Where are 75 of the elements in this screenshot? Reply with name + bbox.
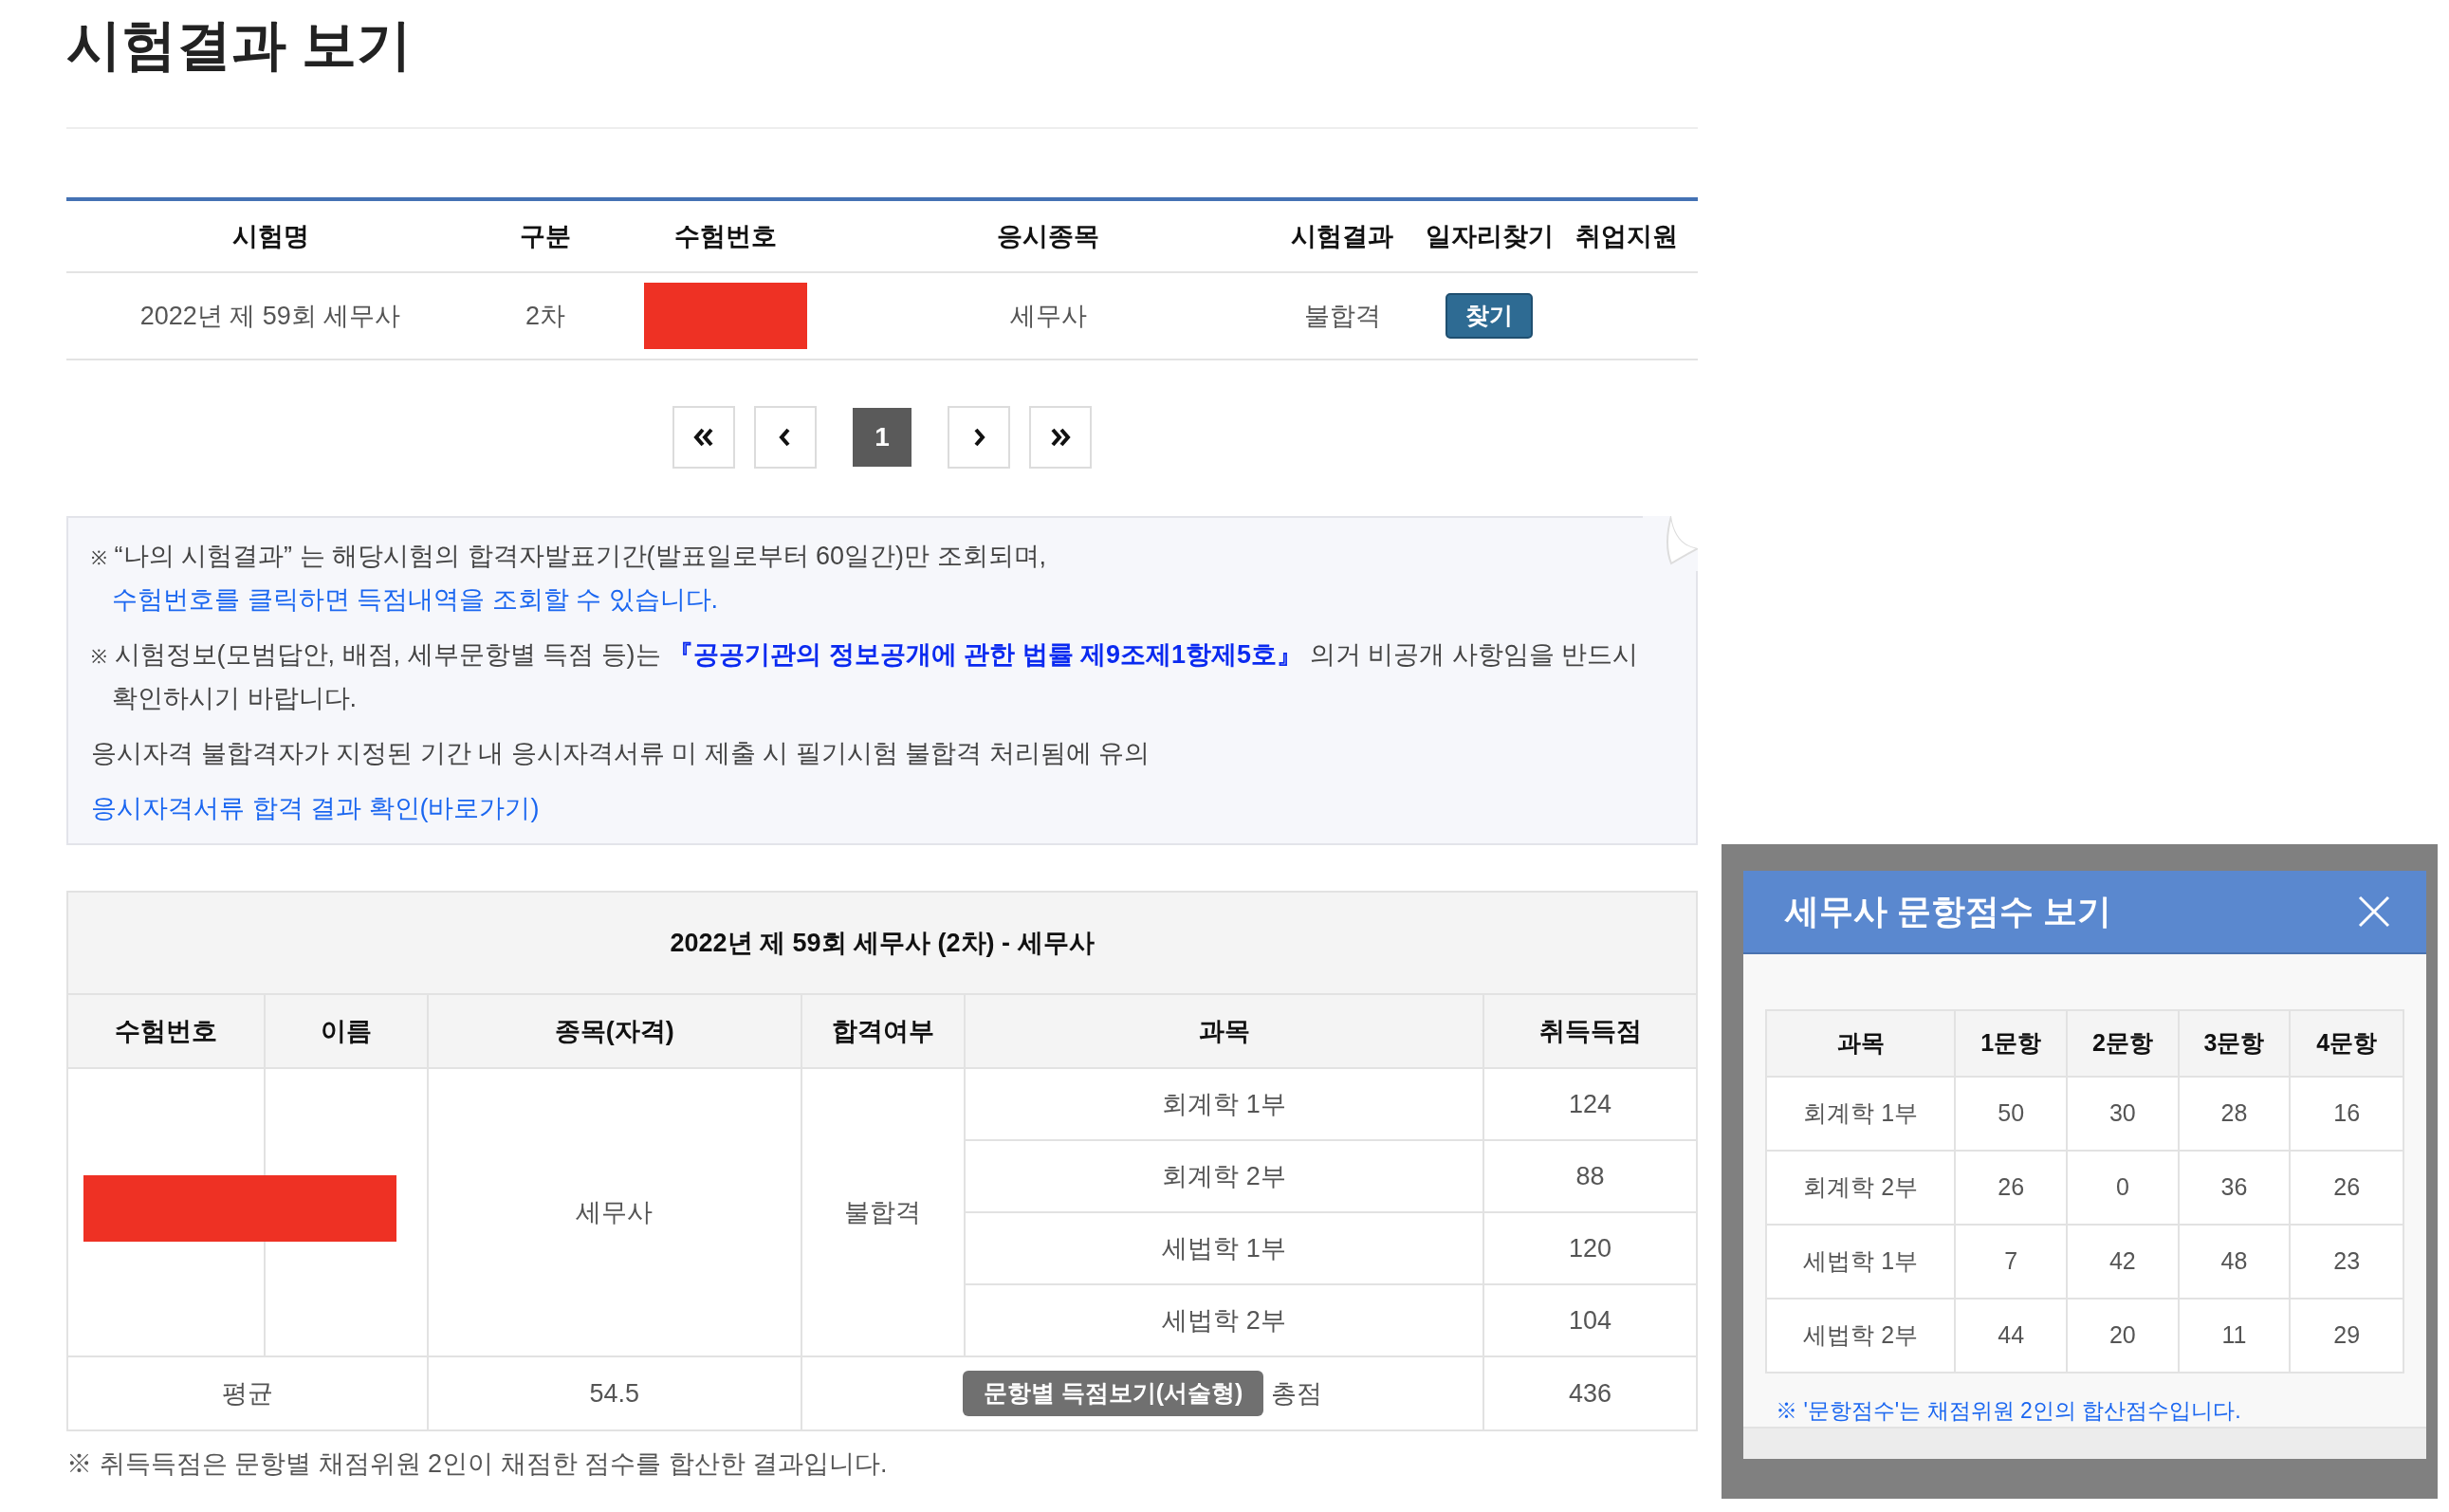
table-cell: 120 xyxy=(1569,1233,1612,1263)
page-title: 시험결과 보기 xyxy=(66,0,413,129)
notice-text: ※ “나의 시험결과” 는 해당시험의 합격자발표기간(발표일로부터 60일간)만 조회되며, 수험번호를 클릭하면 득점내역을 조회할 수 있습니다. xyxy=(91,541,1048,616)
table-cell: 88 xyxy=(1575,1161,1605,1190)
table-cell: 436 xyxy=(1569,1378,1612,1408)
column-header: 수험번호 xyxy=(674,221,777,250)
table-cell: 불합격 xyxy=(844,1197,922,1226)
column-header: 4문항 xyxy=(2316,1028,2378,1056)
column-header: 시험결과 xyxy=(1291,221,1393,250)
table-cell: 세법학 2부 xyxy=(1162,1305,1286,1335)
column-header: 1문항 xyxy=(1980,1028,2042,1056)
column-header: 합격여부 xyxy=(831,1016,934,1045)
first-page-icon[interactable] xyxy=(672,406,735,469)
score-detail-button[interactable]: 문항별 득점보기(서술형) xyxy=(962,1371,1264,1416)
modal-title: 세무사 문항점수 보기 xyxy=(1785,890,2111,932)
table-cell: 26 xyxy=(2333,1172,2361,1200)
table-cell: 30 xyxy=(2108,1098,2136,1126)
table-cell: 회계학 2부 xyxy=(1162,1161,1286,1190)
table-cell: 평균 xyxy=(221,1378,273,1408)
table-cell: 29 xyxy=(2333,1320,2361,1348)
table-cell: 44 xyxy=(1998,1320,2025,1348)
table-cell: 26 xyxy=(1998,1172,2025,1200)
table-cell: 23 xyxy=(2333,1246,2361,1274)
column-header: 구분 xyxy=(520,221,571,250)
table-cell: 11 xyxy=(2221,1320,2247,1348)
table-cell: 회계학 1부 xyxy=(1803,1098,1919,1126)
column-header: 시험명 xyxy=(231,221,309,250)
table-cell: 세법학 2부 xyxy=(1803,1320,1919,1348)
column-header: 수험번호 xyxy=(114,1016,217,1045)
column-header: 일자리찾기 xyxy=(1425,221,1554,250)
column-header: 과목 xyxy=(1198,1016,1250,1045)
table-cell: 50 xyxy=(1998,1098,2025,1126)
notice-text: 응시자격 불합격자가 지정된 기간 내 응시자격서류 미 제출 시 필기시험 불합격 처리됨에 유의 xyxy=(91,738,1151,769)
column-header: 이름 xyxy=(320,1016,372,1045)
column-header: 3문항 xyxy=(2203,1028,2265,1056)
table-cell-text: 총점 xyxy=(1271,1377,1323,1410)
table-cell: 회계학 1부 xyxy=(1162,1089,1286,1118)
table-cell: 20 xyxy=(2108,1320,2136,1348)
table-cell: 불합격 xyxy=(1303,301,1381,330)
table-cell: 회계학 2부 xyxy=(1803,1172,1919,1200)
table-cell: 2022년 제 59회 세무사 xyxy=(139,301,401,330)
table-cell: 28 xyxy=(2220,1098,2248,1126)
table-cell: 124 xyxy=(1569,1089,1612,1118)
notice-link[interactable]: 응시자격서류 합격 결과 확인(바로가기) xyxy=(91,794,540,822)
table-cell: 세법학 1부 xyxy=(1803,1246,1919,1274)
column-header: 취득득점 xyxy=(1538,1016,1642,1045)
table-cell: 48 xyxy=(2220,1246,2248,1274)
last-page-icon[interactable] xyxy=(1029,406,1092,469)
table-cell: 0 xyxy=(2115,1172,2129,1200)
table-cell: 7 xyxy=(2004,1246,2018,1274)
page-button[interactable]: 1 xyxy=(853,408,911,467)
table-cell: 2차 xyxy=(525,301,565,330)
table-cell: 세법학 1부 xyxy=(1162,1233,1286,1263)
column-header: 응시종목 xyxy=(997,221,1099,250)
table-title: 2022년 제 59회 세무사 (2차) - 세무사 xyxy=(670,928,1095,957)
table-cell: 세무사 xyxy=(576,1197,654,1226)
table-cell: 세무사 xyxy=(1009,301,1087,330)
column-header: 취업지원 xyxy=(1575,221,1678,250)
column-header: 종목(자격) xyxy=(554,1016,674,1045)
notice-link[interactable]: 수험번호를 클릭하면 득점내역을 조회할 수 있습니다. xyxy=(112,585,718,614)
modal-note: ※ '문항점수'는 채점위원 2인의 합산점수입니다. xyxy=(1776,1396,2242,1425)
column-header: 과목 xyxy=(1836,1028,1885,1056)
table-cell: 42 xyxy=(2108,1246,2136,1274)
law-link[interactable]: 『공공기관의 정보공개에 관한 법률 제9조제1항제5호』 xyxy=(668,640,1303,669)
table-cell: 104 xyxy=(1569,1305,1612,1335)
table-cell: 16 xyxy=(2333,1098,2361,1126)
find-button[interactable]: 찾기 xyxy=(1445,293,1533,339)
next-page-icon[interactable] xyxy=(948,406,1010,469)
table-cell: 54.5 xyxy=(589,1378,640,1408)
column-header: 2문항 xyxy=(2091,1028,2153,1056)
notice-text: ※ 시험정보(모범답안, 배점, 세부문항별 득점 등)는 『공공기관의 정보공개에 관한 법률 제9조제1항제5호』 의거 비공개 사항임을 반드시 확인하시기 바랍니다. xyxy=(91,639,1640,714)
table-cell: 36 xyxy=(2220,1172,2248,1200)
close-icon[interactable] xyxy=(2358,894,2390,928)
previous-page-icon[interactable] xyxy=(754,406,817,469)
footnote: ※ 취득득점은 문항별 채점위원 2인이 채점한 점수를 합산한 결과입니다. xyxy=(66,1448,889,1480)
